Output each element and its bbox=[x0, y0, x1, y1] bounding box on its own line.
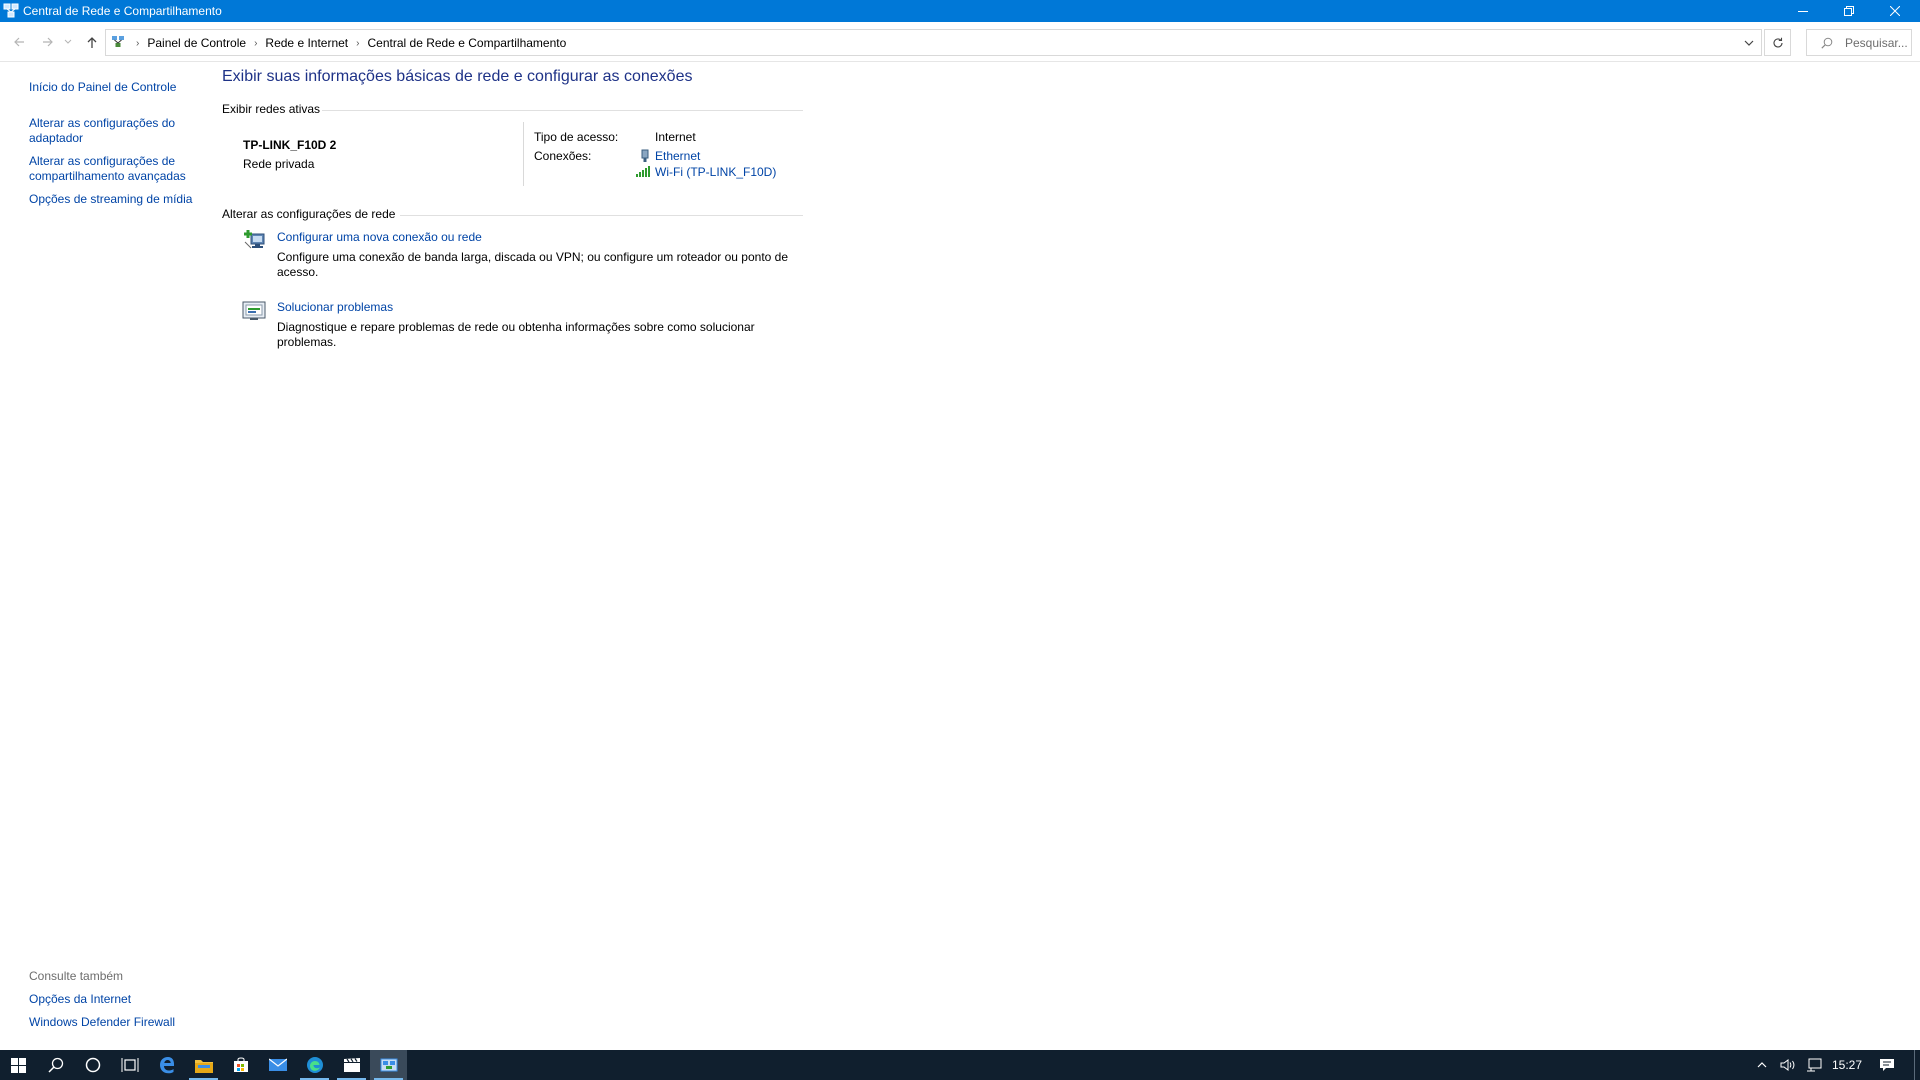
access-type-label: Tipo de acesso: bbox=[534, 130, 619, 144]
refresh-icon bbox=[1772, 37, 1783, 47]
left-pane: Início do Painel de Controle Alterar as … bbox=[0, 62, 210, 1050]
address-toolbar: › Painel de Controle › Rede e Internet ›… bbox=[0, 22, 1920, 62]
minimize-button[interactable] bbox=[1780, 0, 1825, 22]
cortana-button[interactable] bbox=[74, 1050, 111, 1080]
close-button[interactable] bbox=[1872, 0, 1917, 22]
network-status-icon bbox=[1807, 1058, 1822, 1072]
back-button[interactable] bbox=[8, 31, 30, 53]
task-view-button[interactable] bbox=[111, 1050, 148, 1080]
wifi-connection-link[interactable]: Wi-Fi (TP-LINK_F10D) bbox=[655, 165, 776, 179]
ethernet-connection-link[interactable]: Ethernet bbox=[655, 149, 700, 163]
window-title: Central de Rede e Compartilhamento bbox=[23, 4, 222, 18]
up-button[interactable] bbox=[81, 31, 103, 53]
network-name: TP-LINK_F10D 2 bbox=[243, 138, 337, 152]
see-also-label: Consulte também bbox=[29, 969, 124, 983]
refresh-button[interactable] bbox=[1764, 29, 1791, 56]
taskbar: 15:27 bbox=[0, 1050, 1920, 1080]
cortana-icon bbox=[85, 1057, 100, 1073]
search-taskbar-button[interactable] bbox=[37, 1050, 74, 1080]
troubleshoot-icon bbox=[242, 300, 266, 325]
store-taskbar-button[interactable] bbox=[222, 1050, 259, 1080]
network-category: Rede privada bbox=[243, 157, 315, 171]
breadcrumb-separator-icon[interactable]: › bbox=[356, 38, 359, 49]
store-bag-icon bbox=[233, 1057, 248, 1072]
windows-firewall-link[interactable]: Windows Defender Firewall bbox=[29, 1015, 199, 1030]
mail-taskbar-button[interactable] bbox=[259, 1050, 296, 1080]
active-networks-label: Exibir redes ativas bbox=[222, 102, 321, 116]
internet-options-link[interactable]: Opções da Internet bbox=[29, 992, 199, 1007]
search-icon bbox=[47, 1057, 63, 1073]
file-explorer-taskbar-button[interactable] bbox=[185, 1050, 222, 1080]
recent-locations-button[interactable] bbox=[62, 31, 74, 53]
address-dropdown-button[interactable] bbox=[1737, 29, 1761, 56]
setup-new-connection-description: Configure uma conexão de banda larga, di… bbox=[277, 250, 789, 279]
clapperboard-icon bbox=[343, 1057, 360, 1072]
control-panel-home-link[interactable]: Início do Painel de Controle bbox=[29, 80, 199, 95]
wifi-signal-icon bbox=[636, 165, 651, 180]
speaker-icon bbox=[1780, 1059, 1795, 1071]
forward-button[interactable] bbox=[37, 31, 59, 53]
chevron-up-icon bbox=[1757, 1062, 1767, 1068]
edge-legacy-taskbar-button[interactable] bbox=[148, 1050, 185, 1080]
search-icon bbox=[1821, 37, 1833, 52]
volume-button[interactable] bbox=[1776, 1050, 1800, 1080]
task-view-icon bbox=[121, 1058, 138, 1072]
breadcrumb-item[interactable]: Painel de Controle bbox=[147, 36, 246, 50]
breadcrumb-item[interactable]: Rede e Internet bbox=[265, 36, 348, 50]
change-adapter-settings-link[interactable]: Alterar as configurações do adaptador bbox=[29, 116, 199, 146]
network-center-icon bbox=[3, 3, 19, 19]
windows-logo-icon bbox=[11, 1057, 26, 1073]
troubleshoot-description: Diagnostique e repare problemas de rede … bbox=[277, 320, 755, 349]
taskbar-clock[interactable]: 15:27 bbox=[1832, 1058, 1862, 1072]
breadcrumb-item[interactable]: Central de Rede e Compartilhamento bbox=[368, 36, 567, 50]
show-desktop-button[interactable] bbox=[1914, 1050, 1915, 1080]
restore-button[interactable] bbox=[1826, 0, 1871, 22]
breadcrumb: › Painel de Controle › Rede e Internet ›… bbox=[128, 36, 566, 50]
edge-icon bbox=[306, 1057, 323, 1073]
control-panel-icon bbox=[111, 35, 125, 52]
connections-label: Conexões: bbox=[534, 149, 592, 163]
ethernet-icon bbox=[639, 149, 651, 166]
notifications-icon bbox=[1880, 1059, 1894, 1071]
network-status-button[interactable] bbox=[1802, 1050, 1826, 1080]
edge-legacy-icon bbox=[159, 1057, 174, 1074]
folder-icon bbox=[194, 1059, 213, 1073]
troubleshoot-link[interactable]: Solucionar problemas bbox=[277, 300, 393, 314]
change-settings-label: Alterar as configurações de rede bbox=[222, 207, 396, 221]
breadcrumb-separator-icon[interactable]: › bbox=[136, 38, 139, 49]
page-title: Exibir suas informações básicas de rede … bbox=[222, 68, 693, 85]
edge-taskbar-button[interactable] bbox=[296, 1050, 333, 1080]
start-button[interactable] bbox=[0, 1050, 37, 1080]
media-taskbar-button[interactable] bbox=[333, 1050, 370, 1080]
access-type-value: Internet bbox=[655, 130, 696, 144]
title-bar: Central de Rede e Compartilhamento bbox=[0, 0, 1920, 22]
media-streaming-options-link[interactable]: Opções de streaming de mídia bbox=[29, 192, 214, 207]
network-center-icon bbox=[380, 1058, 397, 1072]
breadcrumb-separator-icon[interactable]: › bbox=[254, 38, 257, 49]
network-center-taskbar-button[interactable] bbox=[370, 1050, 407, 1080]
divider bbox=[400, 215, 803, 216]
new-connection-icon bbox=[242, 230, 266, 255]
setup-new-connection-link[interactable]: Configurar uma nova conexão ou rede bbox=[277, 230, 482, 244]
mail-icon bbox=[268, 1058, 287, 1071]
action-center-button[interactable] bbox=[1872, 1050, 1902, 1080]
address-field[interactable]: › Painel de Controle › Rede e Internet ›… bbox=[105, 29, 1762, 56]
divider bbox=[322, 110, 803, 111]
show-hidden-icons-button[interactable] bbox=[1750, 1050, 1774, 1080]
divider bbox=[523, 122, 524, 186]
search-box[interactable]: Pesquisar... bbox=[1806, 29, 1912, 56]
search-placeholder: Pesquisar... bbox=[1845, 36, 1908, 50]
advanced-sharing-settings-link[interactable]: Alterar as configurações de compartilham… bbox=[29, 154, 209, 184]
